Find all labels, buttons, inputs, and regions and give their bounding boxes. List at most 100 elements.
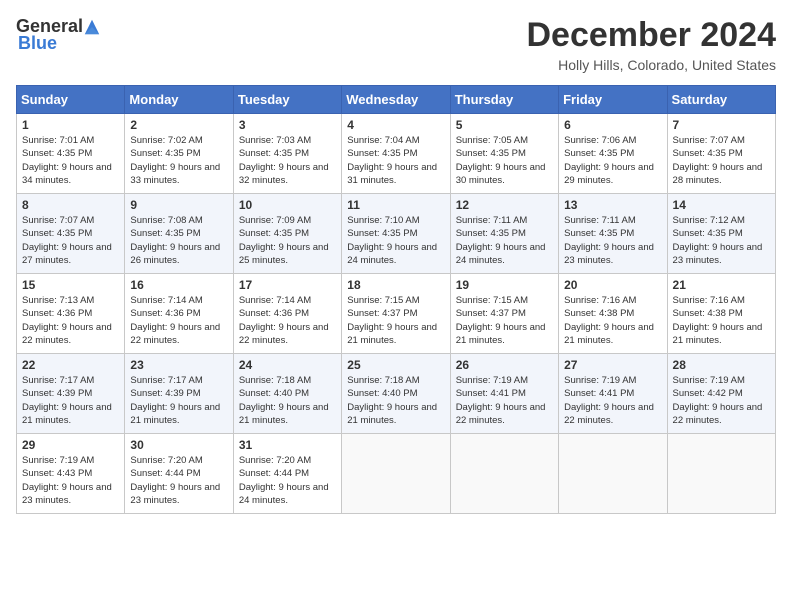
day-info: Sunrise: 7:12 AM Sunset: 4:35 PM Dayligh… xyxy=(673,214,770,267)
calendar-day-cell: 25 Sunrise: 7:18 AM Sunset: 4:40 PM Dayl… xyxy=(342,354,450,434)
calendar-day-cell: 20 Sunrise: 7:16 AM Sunset: 4:38 PM Dayl… xyxy=(559,274,667,354)
sunset-label: Sunset: 4:35 PM xyxy=(456,228,526,239)
sunrise-label: Sunrise: 7:03 AM xyxy=(239,135,311,146)
sunset-label: Sunset: 4:36 PM xyxy=(22,308,92,319)
calendar-day-cell: 9 Sunrise: 7:08 AM Sunset: 4:35 PM Dayli… xyxy=(125,194,233,274)
day-info: Sunrise: 7:11 AM Sunset: 4:35 PM Dayligh… xyxy=(564,214,661,267)
daylight-label: Daylight: 9 hours and 26 minutes. xyxy=(130,242,220,266)
sunrise-label: Sunrise: 7:07 AM xyxy=(673,135,745,146)
calendar-day-cell: 14 Sunrise: 7:12 AM Sunset: 4:35 PM Dayl… xyxy=(667,194,775,274)
calendar-day-cell: 28 Sunrise: 7:19 AM Sunset: 4:42 PM Dayl… xyxy=(667,354,775,434)
day-number: 5 xyxy=(456,118,553,132)
day-info: Sunrise: 7:10 AM Sunset: 4:35 PM Dayligh… xyxy=(347,214,444,267)
calendar-week-row: 1 Sunrise: 7:01 AM Sunset: 4:35 PM Dayli… xyxy=(17,114,776,194)
calendar-day-cell: 15 Sunrise: 7:13 AM Sunset: 4:36 PM Dayl… xyxy=(17,274,125,354)
day-number: 17 xyxy=(239,278,336,292)
day-number: 2 xyxy=(130,118,227,132)
daylight-label: Daylight: 9 hours and 22 minutes. xyxy=(22,322,112,346)
calendar-day-cell: 31 Sunrise: 7:20 AM Sunset: 4:44 PM Dayl… xyxy=(233,434,341,514)
day-info: Sunrise: 7:20 AM Sunset: 4:44 PM Dayligh… xyxy=(130,454,227,507)
daylight-label: Daylight: 9 hours and 21 minutes. xyxy=(22,402,112,426)
calendar-week-row: 22 Sunrise: 7:17 AM Sunset: 4:39 PM Dayl… xyxy=(17,354,776,434)
calendar-day-cell: 12 Sunrise: 7:11 AM Sunset: 4:35 PM Dayl… xyxy=(450,194,558,274)
day-number: 6 xyxy=(564,118,661,132)
day-info: Sunrise: 7:03 AM Sunset: 4:35 PM Dayligh… xyxy=(239,134,336,187)
sunrise-label: Sunrise: 7:11 AM xyxy=(564,215,636,226)
sunrise-label: Sunrise: 7:06 AM xyxy=(564,135,636,146)
daylight-label: Daylight: 9 hours and 21 minutes. xyxy=(239,402,329,426)
sunset-label: Sunset: 4:41 PM xyxy=(456,388,526,399)
day-info: Sunrise: 7:09 AM Sunset: 4:35 PM Dayligh… xyxy=(239,214,336,267)
calendar-day-cell: 19 Sunrise: 7:15 AM Sunset: 4:37 PM Dayl… xyxy=(450,274,558,354)
day-info: Sunrise: 7:19 AM Sunset: 4:42 PM Dayligh… xyxy=(673,374,770,427)
sunset-label: Sunset: 4:42 PM xyxy=(673,388,743,399)
daylight-label: Daylight: 9 hours and 33 minutes. xyxy=(130,162,220,186)
calendar-day-cell: 4 Sunrise: 7:04 AM Sunset: 4:35 PM Dayli… xyxy=(342,114,450,194)
daylight-label: Daylight: 9 hours and 25 minutes. xyxy=(239,242,329,266)
day-info: Sunrise: 7:11 AM Sunset: 4:35 PM Dayligh… xyxy=(456,214,553,267)
calendar-header-sunday: Sunday xyxy=(17,86,125,114)
sunset-label: Sunset: 4:35 PM xyxy=(347,148,417,159)
day-number: 24 xyxy=(239,358,336,372)
sunset-label: Sunset: 4:35 PM xyxy=(347,228,417,239)
daylight-label: Daylight: 9 hours and 24 minutes. xyxy=(239,482,329,506)
calendar-day-cell: 16 Sunrise: 7:14 AM Sunset: 4:36 PM Dayl… xyxy=(125,274,233,354)
sunset-label: Sunset: 4:35 PM xyxy=(673,228,743,239)
sunset-label: Sunset: 4:39 PM xyxy=(22,388,92,399)
daylight-label: Daylight: 9 hours and 22 minutes. xyxy=(130,322,220,346)
calendar-day-cell: 26 Sunrise: 7:19 AM Sunset: 4:41 PM Dayl… xyxy=(450,354,558,434)
sunrise-label: Sunrise: 7:19 AM xyxy=(456,375,528,386)
day-number: 18 xyxy=(347,278,444,292)
sunset-label: Sunset: 4:37 PM xyxy=(347,308,417,319)
calendar-day-cell: 22 Sunrise: 7:17 AM Sunset: 4:39 PM Dayl… xyxy=(17,354,125,434)
day-number: 28 xyxy=(673,358,770,372)
calendar-day-cell: 17 Sunrise: 7:14 AM Sunset: 4:36 PM Dayl… xyxy=(233,274,341,354)
daylight-label: Daylight: 9 hours and 30 minutes. xyxy=(456,162,546,186)
calendar-day-cell: 8 Sunrise: 7:07 AM Sunset: 4:35 PM Dayli… xyxy=(17,194,125,274)
daylight-label: Daylight: 9 hours and 21 minutes. xyxy=(456,322,546,346)
sunrise-label: Sunrise: 7:14 AM xyxy=(130,295,202,306)
calendar-header-thursday: Thursday xyxy=(450,86,558,114)
day-info: Sunrise: 7:18 AM Sunset: 4:40 PM Dayligh… xyxy=(239,374,336,427)
day-number: 15 xyxy=(22,278,119,292)
sunrise-label: Sunrise: 7:11 AM xyxy=(456,215,528,226)
calendar-empty-cell xyxy=(342,434,450,514)
day-info: Sunrise: 7:17 AM Sunset: 4:39 PM Dayligh… xyxy=(22,374,119,427)
calendar-header-monday: Monday xyxy=(125,86,233,114)
logo-blue-text: Blue xyxy=(18,33,57,54)
daylight-label: Daylight: 9 hours and 32 minutes. xyxy=(239,162,329,186)
daylight-label: Daylight: 9 hours and 23 minutes. xyxy=(564,242,654,266)
daylight-label: Daylight: 9 hours and 22 minutes. xyxy=(456,402,546,426)
day-info: Sunrise: 7:19 AM Sunset: 4:41 PM Dayligh… xyxy=(456,374,553,427)
sunset-label: Sunset: 4:39 PM xyxy=(130,388,200,399)
month-title: December 2024 xyxy=(526,16,776,55)
day-number: 16 xyxy=(130,278,227,292)
day-number: 27 xyxy=(564,358,661,372)
sunset-label: Sunset: 4:36 PM xyxy=(130,308,200,319)
day-info: Sunrise: 7:15 AM Sunset: 4:37 PM Dayligh… xyxy=(456,294,553,347)
day-number: 4 xyxy=(347,118,444,132)
sunrise-label: Sunrise: 7:09 AM xyxy=(239,215,311,226)
daylight-label: Daylight: 9 hours and 24 minutes. xyxy=(347,242,437,266)
sunrise-label: Sunrise: 7:20 AM xyxy=(239,455,311,466)
calendar-day-cell: 1 Sunrise: 7:01 AM Sunset: 4:35 PM Dayli… xyxy=(17,114,125,194)
calendar-table: SundayMondayTuesdayWednesdayThursdayFrid… xyxy=(16,85,776,514)
day-number: 10 xyxy=(239,198,336,212)
sunrise-label: Sunrise: 7:13 AM xyxy=(22,295,94,306)
day-number: 13 xyxy=(564,198,661,212)
daylight-label: Daylight: 9 hours and 24 minutes. xyxy=(456,242,546,266)
calendar-day-cell: 21 Sunrise: 7:16 AM Sunset: 4:38 PM Dayl… xyxy=(667,274,775,354)
calendar-day-cell: 2 Sunrise: 7:02 AM Sunset: 4:35 PM Dayli… xyxy=(125,114,233,194)
sunset-label: Sunset: 4:35 PM xyxy=(456,148,526,159)
day-info: Sunrise: 7:13 AM Sunset: 4:36 PM Dayligh… xyxy=(22,294,119,347)
sunrise-label: Sunrise: 7:12 AM xyxy=(673,215,745,226)
calendar-day-cell: 27 Sunrise: 7:19 AM Sunset: 4:41 PM Dayl… xyxy=(559,354,667,434)
calendar-day-cell: 29 Sunrise: 7:19 AM Sunset: 4:43 PM Dayl… xyxy=(17,434,125,514)
sunset-label: Sunset: 4:43 PM xyxy=(22,468,92,479)
sunset-label: Sunset: 4:40 PM xyxy=(239,388,309,399)
sunrise-label: Sunrise: 7:19 AM xyxy=(22,455,94,466)
calendar-header-friday: Friday xyxy=(559,86,667,114)
sunrise-label: Sunrise: 7:04 AM xyxy=(347,135,419,146)
sunset-label: Sunset: 4:36 PM xyxy=(239,308,309,319)
daylight-label: Daylight: 9 hours and 21 minutes. xyxy=(347,402,437,426)
